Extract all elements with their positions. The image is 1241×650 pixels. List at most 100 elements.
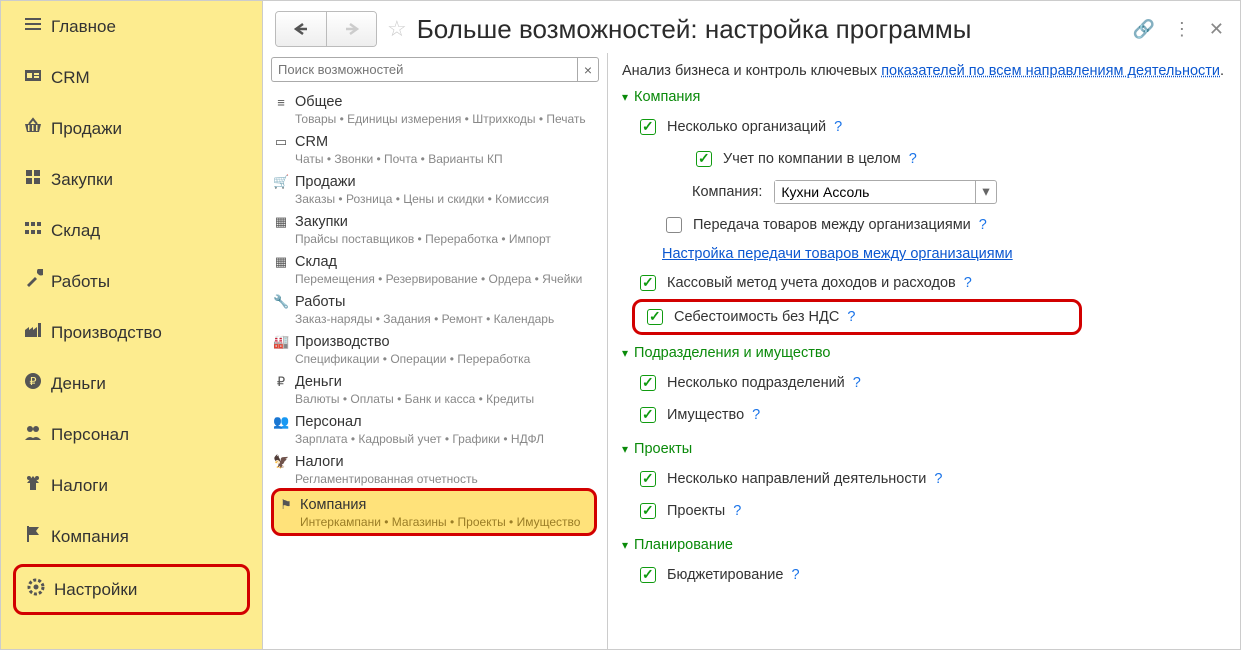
section-planning[interactable]: ▾Планирование — [622, 537, 1226, 553]
sidebar-item-works[interactable]: Работы — [1, 256, 262, 307]
kebab-icon[interactable]: ⋮ — [1173, 19, 1191, 40]
section-title: Проекты — [634, 441, 692, 457]
category-money[interactable]: ₽ДеньгиВалюты • Оплаты • Банк и касса • … — [271, 368, 601, 408]
sidebar-label: Настройки — [54, 580, 137, 600]
sidebar-item-personnel[interactable]: Персонал — [1, 409, 262, 460]
sidebar-item-company[interactable]: Компания — [1, 511, 262, 562]
sidebar-label: Главное — [51, 17, 116, 37]
cat-title: Компания — [300, 497, 366, 513]
cat-title: Общее — [295, 94, 342, 110]
check-multiple-orgs[interactable] — [640, 119, 656, 135]
company-combobox[interactable]: ▾ — [774, 180, 996, 204]
category-crm[interactable]: ▭CRMЧаты • Звонки • Почта • Варианты КП — [271, 128, 601, 168]
help-icon[interactable]: ? — [733, 503, 741, 519]
category-sales[interactable]: 🛒ПродажиЗаказы • Розница • Цены и скидки… — [271, 168, 601, 208]
cat-sub: Зарплата • Кадровый учет • Графики • НДФ… — [273, 432, 599, 446]
category-warehouse[interactable]: ▦СкладПеремещения • Резервирование • Орд… — [271, 248, 601, 288]
help-icon[interactable]: ? — [791, 567, 799, 583]
cat-sub: Перемещения • Резервирование • Ордера • … — [273, 272, 599, 286]
section-projects[interactable]: ▾Проекты — [622, 441, 1226, 457]
money-icon: ₽ — [23, 371, 51, 396]
help-icon[interactable]: ? — [853, 375, 861, 391]
cat-sub: Прайсы поставщиков • Переработка • Импор… — [273, 232, 599, 246]
check-multiple-subdiv[interactable] — [640, 375, 656, 391]
cat-title: Закупки — [295, 214, 348, 230]
sidebar-item-main[interactable]: Главное — [1, 1, 262, 52]
cat-sub: Товары • Единицы измерения • Штрихкоды •… — [273, 112, 599, 126]
label-multiple-subdiv: Несколько подразделений — [667, 375, 845, 391]
sidebar-item-money[interactable]: ₽Деньги — [1, 358, 262, 409]
page-title: Больше возможностей: настройка программы — [417, 14, 1123, 45]
check-multiple-dir[interactable] — [640, 471, 656, 487]
company-input[interactable] — [775, 181, 975, 203]
search-clear-button[interactable]: × — [577, 57, 599, 82]
link-icon[interactable]: 🔗 — [1132, 19, 1154, 40]
sidebar-item-taxes[interactable]: Налоги — [1, 460, 262, 511]
label-by-company-whole: Учет по компании в целом — [723, 151, 901, 167]
factory-icon: 🏭 — [273, 334, 289, 350]
label-cash-method: Кассовый метод учета доходов и расходов — [667, 275, 956, 291]
cost-no-vat-highlight: Себестоимость без НДС ? — [632, 299, 1082, 335]
money-icon: ₽ — [273, 374, 289, 390]
close-icon[interactable]: ✕ — [1209, 19, 1224, 40]
squares-icon — [23, 218, 51, 243]
section-subdivisions[interactable]: ▾Подразделения и имущество — [622, 345, 1226, 361]
flag-icon — [23, 524, 51, 549]
transfer-setup-link[interactable]: Настройка передачи товаров между организ… — [662, 246, 1013, 262]
sidebar-item-sales[interactable]: Продажи — [1, 103, 262, 154]
check-cost-no-vat[interactable] — [647, 309, 663, 325]
cat-sub: Интеркампани • Магазины • Проекты • Имущ… — [278, 515, 590, 529]
sidebar-label: CRM — [51, 68, 90, 88]
category-personnel[interactable]: 👥ПерсоналЗарплата • Кадровый учет • Граф… — [271, 408, 601, 448]
check-cash-method[interactable] — [640, 275, 656, 291]
help-icon[interactable]: ? — [752, 407, 760, 423]
help-icon[interactable]: ? — [847, 309, 855, 325]
check-projects[interactable] — [640, 503, 656, 519]
people-icon: 👥 — [273, 414, 289, 430]
help-icon[interactable]: ? — [964, 275, 972, 291]
category-general[interactable]: ≡ОбщееТовары • Единицы измерения • Штрих… — [271, 88, 601, 128]
check-transfer-goods[interactable] — [666, 217, 682, 233]
basket-icon — [23, 116, 51, 141]
sidebar-item-production[interactable]: Производство — [1, 307, 262, 358]
cat-title: Работы — [295, 294, 345, 310]
help-icon[interactable]: ? — [834, 119, 842, 135]
cat-title: Склад — [295, 254, 337, 270]
company-field-label: Компания: — [692, 184, 762, 200]
category-purchases[interactable]: ▦ЗакупкиПрайсы поставщиков • Переработка… — [271, 208, 601, 248]
check-by-company-whole[interactable] — [696, 151, 712, 167]
check-assets[interactable] — [640, 407, 656, 423]
sidebar-label: Склад — [51, 221, 100, 241]
intro-link[interactable]: показателей по всем направлениям деятель… — [881, 63, 1220, 79]
forward-button[interactable] — [326, 12, 376, 46]
sidebar-item-crm[interactable]: CRM — [1, 52, 262, 103]
tools-icon: 🔧 — [273, 294, 289, 310]
sidebar-item-purchases[interactable]: Закупки — [1, 154, 262, 205]
help-icon[interactable]: ? — [934, 471, 942, 487]
favorite-star-icon[interactable]: ☆ — [387, 16, 407, 42]
sidebar-item-warehouse[interactable]: Склад — [1, 205, 262, 256]
sidebar-item-settings[interactable]: Настройки — [13, 564, 250, 615]
cat-title: Продажи — [295, 174, 356, 190]
back-button[interactable] — [276, 12, 326, 46]
label-cost-no-vat: Себестоимость без НДС — [674, 309, 839, 325]
category-company[interactable]: ⚑КомпанияИнтеркампани • Магазины • Проек… — [271, 488, 597, 536]
eagle-icon: 🦅 — [273, 454, 289, 470]
category-works[interactable]: 🔧РаботыЗаказ-наряды • Задания • Ремонт •… — [271, 288, 601, 328]
chevron-down-icon: ▾ — [622, 538, 628, 552]
sidebar-label: Деньги — [51, 374, 106, 394]
category-production[interactable]: 🏭ПроизводствоСпецификации • Операции • П… — [271, 328, 601, 368]
chevron-down-icon: ▾ — [622, 346, 628, 360]
chevron-down-icon[interactable]: ▾ — [975, 181, 995, 203]
cat-sub: Спецификации • Операции • Переработка — [273, 352, 599, 366]
search-input[interactable] — [271, 57, 577, 82]
help-icon[interactable]: ? — [909, 151, 917, 167]
intro-text: Анализ бизнеса и контроль ключевых показ… — [622, 63, 1226, 79]
section-company[interactable]: ▾Компания — [622, 89, 1226, 105]
help-icon[interactable]: ? — [979, 217, 987, 233]
sidebar-label: Продажи — [51, 119, 122, 139]
label-multiple-dir: Несколько направлений деятельности — [667, 471, 926, 487]
category-taxes[interactable]: 🦅НалогиРегламентированная отчетность — [271, 448, 601, 488]
menu-icon — [23, 14, 51, 39]
check-budgeting[interactable] — [640, 567, 656, 583]
